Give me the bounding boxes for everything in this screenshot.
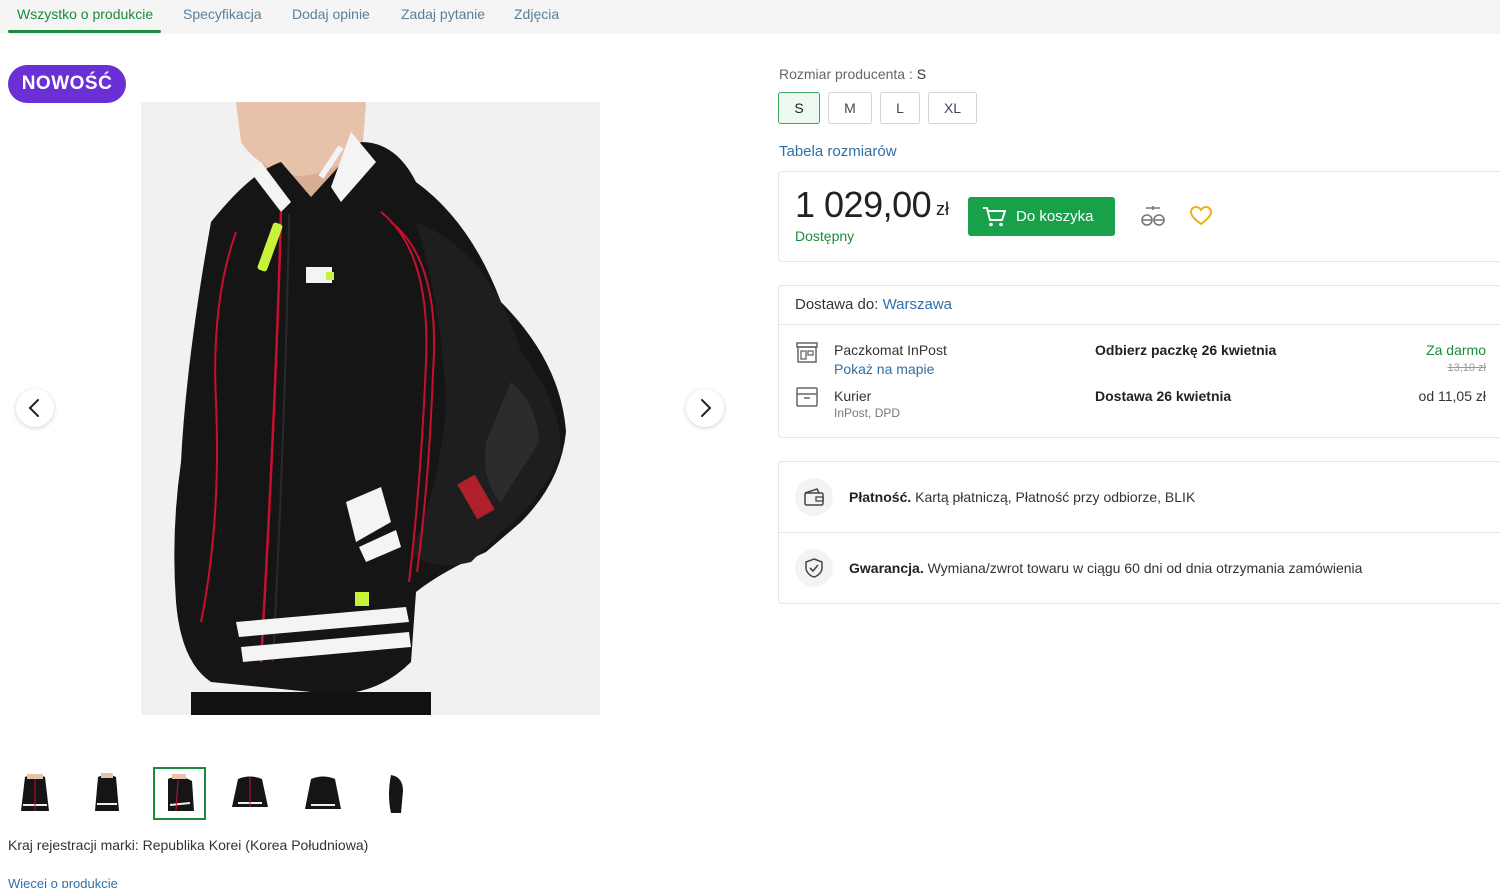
size-label: Rozmiar producenta : S bbox=[779, 66, 926, 82]
chevron-right-icon bbox=[701, 399, 712, 417]
add-to-cart-button[interactable]: Do koszyka bbox=[968, 197, 1115, 236]
tab-ask-question[interactable]: Zadaj pytanie bbox=[401, 6, 485, 22]
heart-icon bbox=[1189, 205, 1213, 226]
delivery-option-old-price: 13,10 zł bbox=[1447, 362, 1486, 374]
active-tab-indicator bbox=[8, 30, 161, 33]
product-tabs: Wszystko o produkcie Specyfikacja Dodaj … bbox=[0, 0, 1500, 34]
delivery-option-date: Odbierz paczkę 26 kwietnia bbox=[1095, 342, 1277, 358]
delivery-option-name: Paczkomat InPost bbox=[834, 342, 947, 358]
thumbnail-6[interactable] bbox=[371, 769, 421, 819]
courier-box-icon bbox=[795, 386, 819, 413]
jacket-image bbox=[141, 102, 600, 715]
product-main-image[interactable] bbox=[141, 102, 600, 715]
warranty-info: Gwarancja. Wymiana/zwrot towaru w ciągu … bbox=[849, 560, 1362, 576]
thumbnail-3[interactable] bbox=[153, 767, 206, 820]
wallet-icon bbox=[795, 478, 833, 516]
gallery-next-button[interactable] bbox=[686, 389, 724, 427]
price-currency: zł bbox=[936, 199, 949, 219]
warranty-label: Gwarancja. bbox=[849, 560, 924, 576]
size-option-s[interactable]: S bbox=[778, 92, 820, 124]
tab-add-review[interactable]: Dodaj opinie bbox=[292, 6, 370, 22]
payment-methods: Kartą płatniczą, Płatność przy odbiorze,… bbox=[915, 489, 1196, 505]
divider bbox=[779, 532, 1500, 533]
thumbnail-5[interactable] bbox=[298, 769, 348, 819]
size-option-m[interactable]: M bbox=[828, 92, 872, 124]
cart-icon bbox=[983, 206, 1006, 226]
size-option-l[interactable]: L bbox=[880, 92, 920, 124]
gallery-prev-button[interactable] bbox=[16, 389, 54, 427]
payment-label: Płatność. bbox=[849, 489, 912, 505]
delivery-option-name: Kurier bbox=[834, 388, 872, 404]
show-on-map-link[interactable]: Pokaż na mapie bbox=[834, 361, 934, 377]
new-badge: NOWOŚĆ bbox=[8, 65, 126, 103]
size-table-link[interactable]: Tabela rozmiarów bbox=[779, 143, 897, 160]
delivery-city-link[interactable]: Warszawa bbox=[883, 296, 952, 313]
thumbnail-4[interactable] bbox=[225, 769, 275, 819]
size-selected-value: S bbox=[916, 66, 927, 82]
thumbnail-1[interactable] bbox=[10, 769, 60, 819]
price-amount: 1 029,00 bbox=[795, 184, 932, 225]
thumbnail-2[interactable] bbox=[82, 769, 132, 819]
tab-all-about-product[interactable]: Wszystko o produkcie bbox=[17, 6, 153, 22]
delivery-heading: Dostawa do: Warszawa bbox=[795, 296, 952, 313]
compare-button[interactable] bbox=[1140, 204, 1166, 233]
thumbnail-image bbox=[95, 773, 119, 811]
delivery-option-price: od 11,05 zł bbox=[1418, 388, 1486, 404]
tab-specification[interactable]: Specyfikacja bbox=[183, 6, 262, 22]
thumbnail-image bbox=[167, 773, 194, 811]
delivery-option-price: Za darmo bbox=[1426, 342, 1486, 358]
tab-photos[interactable]: Zdjęcia bbox=[514, 6, 559, 22]
divider bbox=[779, 324, 1500, 325]
shield-check-icon bbox=[795, 549, 833, 587]
delivery-option-carriers: InPost, DPD bbox=[834, 406, 901, 420]
size-option-xl[interactable]: XL bbox=[928, 92, 977, 124]
thumbnail-image bbox=[232, 776, 268, 807]
availability-status: Dostępny bbox=[795, 228, 855, 244]
chevron-left-icon bbox=[28, 399, 39, 417]
more-about-product-link[interactable]: Więcej o produkcie bbox=[8, 876, 118, 888]
thumbnail-image bbox=[21, 774, 49, 811]
compare-icon bbox=[1141, 206, 1165, 226]
parcel-locker-icon bbox=[795, 340, 819, 369]
delivery-heading-label: Dostawa do: bbox=[795, 296, 879, 313]
delivery-option-date: Dostawa 26 kwietnia bbox=[1095, 388, 1232, 404]
add-to-cart-label: Do koszyka bbox=[1016, 208, 1094, 225]
brand-registration-country: Kraj rejestracji marki: Republika Korei … bbox=[8, 837, 369, 853]
size-label-text: Rozmiar producenta : bbox=[779, 66, 913, 82]
thumbnail-image bbox=[305, 776, 341, 809]
add-to-favorites-button[interactable] bbox=[1189, 205, 1213, 232]
payment-info: Płatność. Kartą płatniczą, Płatność przy… bbox=[849, 489, 1195, 505]
thumbnail-image bbox=[389, 775, 403, 813]
warranty-text: Wymiana/zwrot towaru w ciągu 60 dni od d… bbox=[927, 560, 1363, 576]
